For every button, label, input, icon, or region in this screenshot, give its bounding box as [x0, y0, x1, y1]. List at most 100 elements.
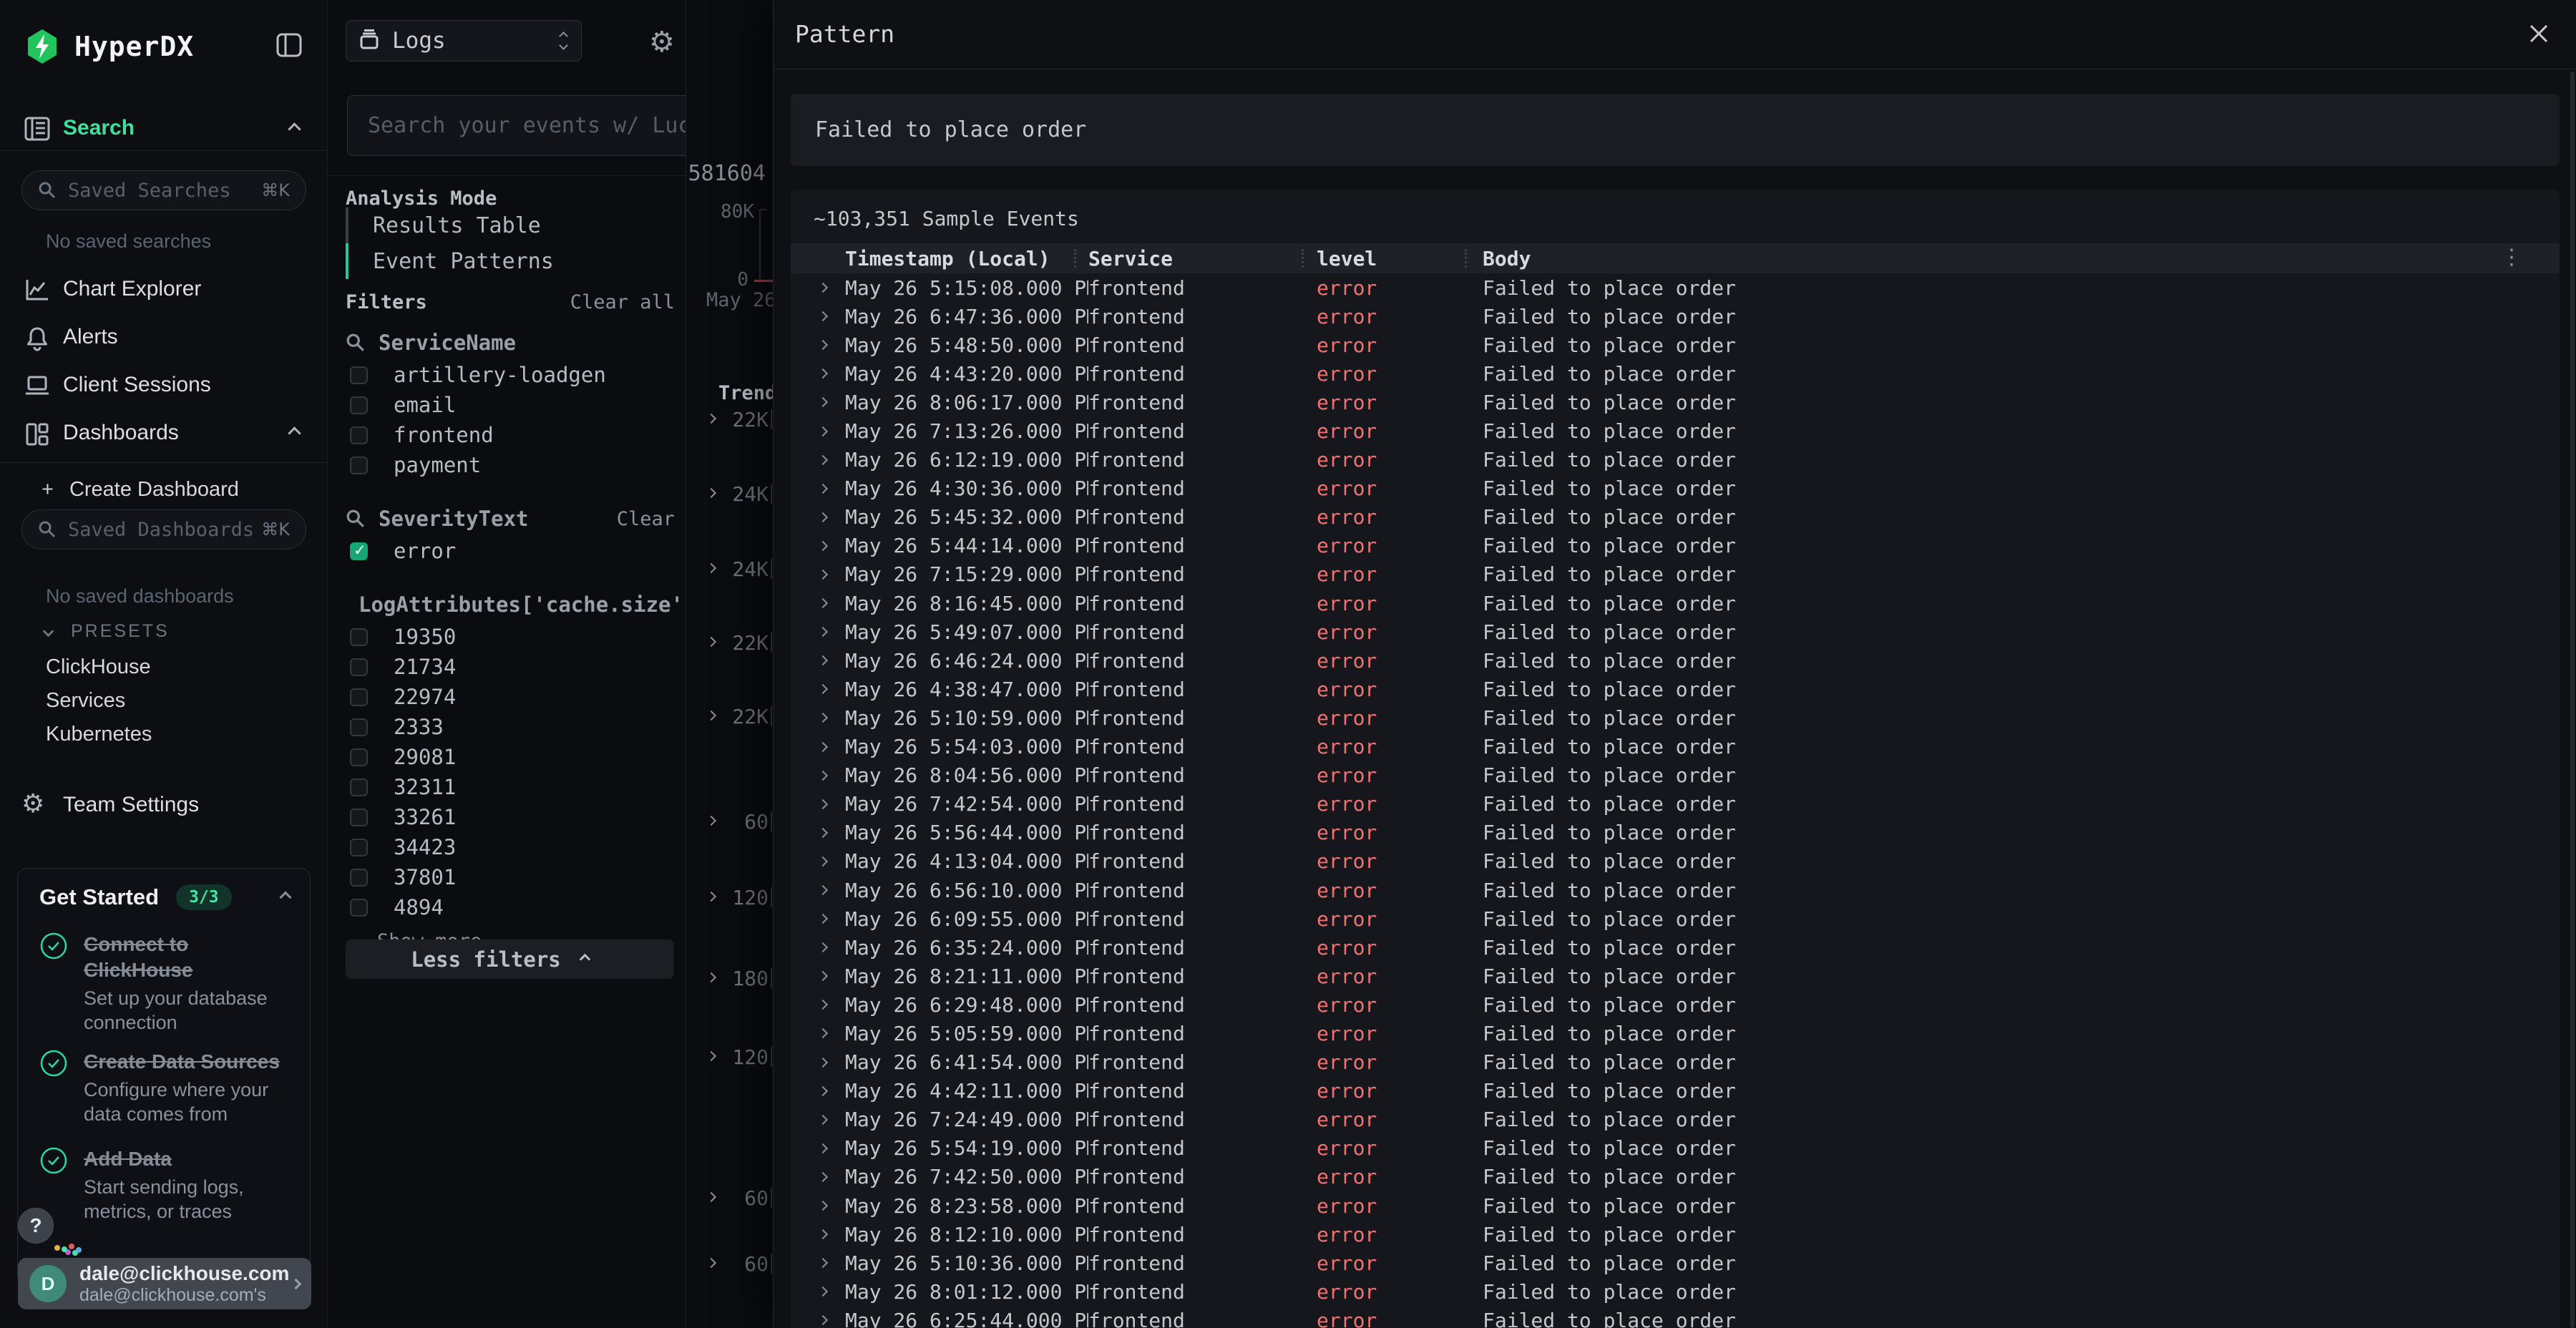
facet-option[interactable]: 2333: [346, 712, 675, 742]
column-separator[interactable]: [1074, 249, 1076, 268]
create-dashboard-button[interactable]: +Create Dashboard: [42, 478, 239, 502]
table-row[interactable]: May 26 6:25:44.000 PM frontend error Fai…: [791, 1306, 2560, 1328]
column-separator[interactable]: [1302, 249, 1304, 268]
table-row[interactable]: May 26 4:42:11.000 PM frontend error Fai…: [791, 1077, 2560, 1105]
table-row[interactable]: May 26 6:09:55.000 PM frontend error Fai…: [791, 904, 2560, 933]
saved-searches-input[interactable]: Saved Searches ⌘K: [21, 170, 306, 210]
table-row[interactable]: May 26 4:43:20.000 PM frontend error Fai…: [791, 359, 2560, 388]
facet-option[interactable]: 32311: [346, 772, 675, 802]
checkbox[interactable]: [350, 628, 368, 646]
table-row[interactable]: May 26 5:44:14.000 PM frontend error Fai…: [791, 532, 2560, 560]
table-row[interactable]: May 26 8:04:56.000 PM frontend error Fai…: [791, 761, 2560, 790]
pattern-row-trend[interactable]: 22K: [686, 406, 773, 435]
table-row[interactable]: May 26 6:41:54.000 PM frontend error Fai…: [791, 1048, 2560, 1077]
table-row[interactable]: May 26 8:12:10.000 PM frontend error Fai…: [791, 1220, 2560, 1249]
sidebar-item-alerts[interactable]: Alerts: [0, 320, 328, 354]
sidebar-item-services[interactable]: Services: [46, 689, 125, 713]
checkbox[interactable]: [350, 809, 368, 826]
facet-option[interactable]: artillery-loadgen: [346, 360, 675, 390]
table-row[interactable]: May 26 5:56:44.000 PM frontend error Fai…: [791, 819, 2560, 847]
sidebar-item-kubernetes[interactable]: Kubernetes: [46, 723, 152, 746]
sidebar-collapse-icon[interactable]: [276, 33, 302, 57]
checkbox[interactable]: [350, 839, 368, 856]
sidebar-item-search[interactable]: Search: [0, 107, 328, 151]
table-row[interactable]: May 26 5:54:19.000 PM frontend error Fai…: [791, 1134, 2560, 1163]
table-row[interactable]: May 26 5:48:50.000 PM frontend error Fai…: [791, 331, 2560, 359]
table-row[interactable]: May 26 6:29:48.000 PM frontend error Fai…: [791, 990, 2560, 1019]
checkbox[interactable]: [350, 396, 368, 414]
table-row[interactable]: May 26 8:21:11.000 PM frontend error Fai…: [791, 962, 2560, 990]
checkbox[interactable]: [350, 426, 368, 444]
pattern-row-trend[interactable]: 120: [686, 884, 773, 913]
facet-option[interactable]: frontend: [346, 420, 675, 450]
checkbox[interactable]: [350, 542, 368, 560]
sidebar-item-client-sessions[interactable]: Client Sessions: [0, 368, 328, 402]
table-row[interactable]: May 26 6:46:24.000 PM frontend error Fai…: [791, 646, 2560, 675]
user-menu[interactable]: D dale@clickhouse.com dale@clickhouse.co…: [18, 1258, 311, 1309]
pattern-row-trend[interactable]: 60: [686, 1185, 773, 1214]
facet-option[interactable]: 19350: [346, 622, 675, 652]
pattern-row-trend[interactable]: 60: [686, 1251, 773, 1279]
pattern-row-trend[interactable]: 120: [686, 1044, 773, 1073]
checkbox[interactable]: [350, 778, 368, 796]
facet-clear-button[interactable]: Clear: [617, 508, 675, 530]
column-separator[interactable]: [1465, 249, 1467, 268]
table-row[interactable]: May 26 5:45:32.000 PM frontend error Fai…: [791, 503, 2560, 532]
tab-results-table[interactable]: Results Table: [346, 208, 646, 243]
checkbox[interactable]: [350, 658, 368, 676]
table-row[interactable]: May 26 7:13:26.000 PM frontend error Fai…: [791, 416, 2560, 445]
table-row[interactable]: May 26 6:35:24.000 PM frontend error Fai…: [791, 933, 2560, 962]
sidebar-item-chart-explorer[interactable]: Chart Explorer: [0, 272, 328, 306]
table-row[interactable]: May 26 6:47:36.000 PM frontend error Fai…: [791, 302, 2560, 331]
column-header-timestamp[interactable]: Timestamp (Local): [845, 247, 1088, 270]
pattern-row-trend[interactable]: 24K: [686, 481, 773, 509]
facet-option[interactable]: 33261: [346, 802, 675, 832]
facet-option[interactable]: 22974: [346, 682, 675, 712]
table-row[interactable]: May 26 5:10:36.000 PM frontend error Fai…: [791, 1249, 2560, 1277]
table-row[interactable]: May 26 4:13:04.000 PM frontend error Fai…: [791, 847, 2560, 876]
table-row[interactable]: May 26 5:10:59.000 PM frontend error Fai…: [791, 703, 2560, 732]
facet-option[interactable]: email: [346, 390, 675, 420]
table-row[interactable]: May 26 7:24:49.000 PM frontend error Fai…: [791, 1105, 2560, 1134]
table-row[interactable]: May 26 8:16:45.000 PM frontend error Fai…: [791, 589, 2560, 617]
get-started-header[interactable]: Get Started 3/3: [39, 884, 290, 910]
pattern-row-trend[interactable]: 24K: [686, 556, 773, 585]
column-header-body[interactable]: Body: [1483, 247, 1531, 270]
table-row[interactable]: May 26 7:42:54.000 PM frontend error Fai…: [791, 790, 2560, 819]
facet-option[interactable]: error: [346, 536, 675, 566]
scrollbar[interactable]: [2570, 72, 2575, 1328]
checkbox[interactable]: [350, 899, 368, 917]
table-row[interactable]: May 26 4:30:36.000 PM frontend error Fai…: [791, 474, 2560, 503]
table-row[interactable]: May 26 7:15:29.000 PM frontend error Fai…: [791, 560, 2560, 589]
pattern-row-trend[interactable]: 22K: [686, 630, 773, 658]
facet-option[interactable]: 34423: [346, 832, 675, 862]
table-row[interactable]: May 26 5:15:08.000 PM frontend error Fai…: [791, 273, 2560, 302]
checkbox[interactable]: [350, 366, 368, 384]
table-row[interactable]: May 26 8:23:58.000 PM frontend error Fai…: [791, 1191, 2560, 1220]
less-filters-button[interactable]: Less filters: [346, 939, 674, 979]
facet-option[interactable]: payment: [346, 450, 675, 480]
facet-option[interactable]: 37801: [346, 862, 675, 892]
table-row[interactable]: May 26 8:01:12.000 PM frontend error Fai…: [791, 1277, 2560, 1306]
clear-all-filters-button[interactable]: Clear all: [570, 291, 675, 313]
facet-option[interactable]: 29081: [346, 742, 675, 772]
table-row[interactable]: May 26 6:12:19.000 PM frontend error Fai…: [791, 446, 2560, 474]
get-started-item[interactable]: Connect to ClickHouse Set up your databa…: [39, 932, 291, 1035]
presets-toggle[interactable]: PRESETS: [44, 621, 170, 642]
close-icon[interactable]: [2527, 21, 2551, 46]
facet-option[interactable]: 21734: [346, 652, 675, 682]
pattern-row-trend[interactable]: 60: [686, 809, 773, 837]
table-row[interactable]: May 26 5:49:07.000 PM frontend error Fai…: [791, 617, 2560, 646]
checkbox[interactable]: [350, 456, 368, 474]
sidebar-item-clickhouse[interactable]: ClickHouse: [46, 655, 151, 679]
tab-event-patterns[interactable]: Event Patterns: [346, 243, 646, 279]
table-row[interactable]: May 26 7:42:50.000 PM frontend error Fai…: [791, 1163, 2560, 1191]
get-started-item[interactable]: Add Data Start sending logs, metrics, or…: [39, 1146, 291, 1224]
get-started-item[interactable]: Create Data Sources Configure where your…: [39, 1049, 291, 1126]
facet-option[interactable]: 4894: [346, 892, 675, 922]
table-row[interactable]: May 26 4:38:47.000 PM frontend error Fai…: [791, 675, 2560, 703]
saved-dashboards-input[interactable]: Saved Dashboards ⌘K: [21, 509, 306, 550]
checkbox[interactable]: [350, 688, 368, 706]
column-header-level[interactable]: level: [1317, 247, 1483, 270]
column-header-service[interactable]: Service: [1088, 247, 1317, 270]
